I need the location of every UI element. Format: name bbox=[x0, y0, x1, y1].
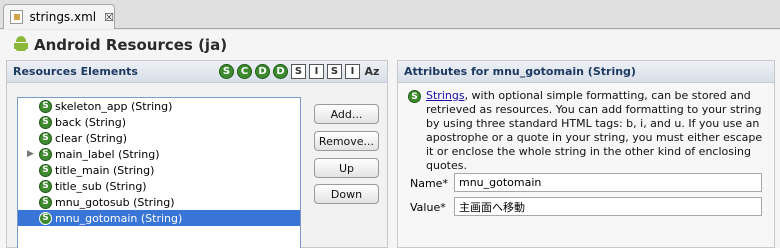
name-label: Name* bbox=[410, 177, 448, 190]
tab-strings-xml[interactable]: strings.xml ☒ bbox=[3, 4, 115, 29]
value-label: Value* bbox=[410, 201, 446, 214]
list-item[interactable]: S mnu_gotosub (String) bbox=[18, 194, 300, 210]
xml-file-icon bbox=[10, 10, 24, 24]
remove-button[interactable]: Remove... bbox=[314, 131, 379, 151]
sort-az-icon[interactable]: Az bbox=[363, 64, 381, 79]
resources-elements-title: Resources Elements bbox=[13, 65, 138, 78]
list-item[interactable]: S skeleton_app (String) bbox=[18, 98, 300, 114]
list-item-selected[interactable]: S mnu_gotomain (String) bbox=[18, 210, 300, 226]
string-resource-icon: S bbox=[39, 131, 52, 145]
list-item-label: title_sub (String) bbox=[55, 179, 147, 193]
resources-elements-header: Resources Elements S C D D S I S I Az bbox=[7, 61, 387, 83]
up-button[interactable]: Up bbox=[314, 158, 379, 178]
android-icon bbox=[14, 36, 28, 54]
list-item[interactable]: S title_main (String) bbox=[18, 162, 300, 178]
resources-elements-section: Resources Elements S C D D S I S I Az S … bbox=[6, 60, 388, 248]
strings-link[interactable]: Strings bbox=[426, 89, 465, 102]
value-field[interactable] bbox=[454, 197, 762, 216]
string-resource-icon: S bbox=[39, 163, 52, 177]
list-item-label: main_label (String) bbox=[55, 147, 160, 161]
filter-item-icon[interactable]: I bbox=[309, 64, 324, 79]
close-icon[interactable]: ☒ bbox=[104, 11, 114, 24]
string-resource-icon: S bbox=[39, 115, 52, 129]
list-item-label: back (String) bbox=[55, 115, 127, 129]
list-item[interactable]: S back (String) bbox=[18, 114, 300, 130]
description-body: , with optional simple formatting, can b… bbox=[426, 89, 763, 172]
add-button[interactable]: Add... bbox=[314, 104, 379, 124]
down-button[interactable]: Down bbox=[314, 184, 379, 204]
string-resource-icon: S bbox=[39, 195, 52, 209]
list-item[interactable]: S title_sub (String) bbox=[18, 178, 300, 194]
list-item-label: skeleton_app (String) bbox=[55, 99, 173, 113]
filter-integer-array-icon[interactable]: I bbox=[345, 64, 360, 79]
page-title-text: Android Resources (ja) bbox=[34, 36, 228, 54]
string-resource-icon: S bbox=[39, 179, 52, 193]
page-title: Android Resources (ja) bbox=[14, 36, 227, 54]
string-resource-icon: S bbox=[408, 90, 421, 103]
attributes-header: Attributes for mnu_gotomain (String) bbox=[398, 61, 774, 83]
resources-list[interactable]: S skeleton_app (String) S back (String) … bbox=[17, 97, 301, 248]
list-item-label: mnu_gotomain (String) bbox=[55, 211, 183, 225]
filter-string-icon[interactable]: S bbox=[219, 64, 234, 79]
name-field[interactable] bbox=[454, 173, 762, 192]
editor-tab-bar: strings.xml ☒ bbox=[0, 0, 780, 29]
string-resource-icon: S bbox=[39, 147, 52, 161]
filter-dimension-icon[interactable]: D bbox=[255, 64, 270, 79]
list-item[interactable]: S clear (String) bbox=[18, 130, 300, 146]
string-resource-icon: S bbox=[39, 211, 52, 225]
filter-color-icon[interactable]: C bbox=[237, 64, 252, 79]
attributes-title: Attributes for mnu_gotomain (String) bbox=[404, 65, 636, 78]
filter-style-icon[interactable]: S bbox=[291, 64, 306, 79]
expand-triangle-icon[interactable]: ▶ bbox=[27, 149, 34, 159]
filter-drawable-icon[interactable]: D bbox=[273, 64, 288, 79]
filter-toolbar: S C D D S I S I Az bbox=[219, 64, 381, 79]
attributes-section: Attributes for mnu_gotomain (String) S S… bbox=[397, 60, 775, 248]
tab-label: strings.xml bbox=[29, 10, 97, 24]
list-item-label: mnu_gotosub (String) bbox=[55, 195, 175, 209]
list-item-label: clear (String) bbox=[55, 131, 128, 145]
description-text: Strings, with optional simple formatting… bbox=[408, 89, 768, 173]
list-item[interactable]: ▶ S main_label (String) bbox=[18, 146, 300, 162]
string-resource-icon: S bbox=[39, 99, 52, 113]
list-item-label: title_main (String) bbox=[55, 163, 155, 177]
description: S Strings, with optional simple formatti… bbox=[408, 89, 768, 173]
filter-string-array-icon[interactable]: S bbox=[327, 64, 342, 79]
